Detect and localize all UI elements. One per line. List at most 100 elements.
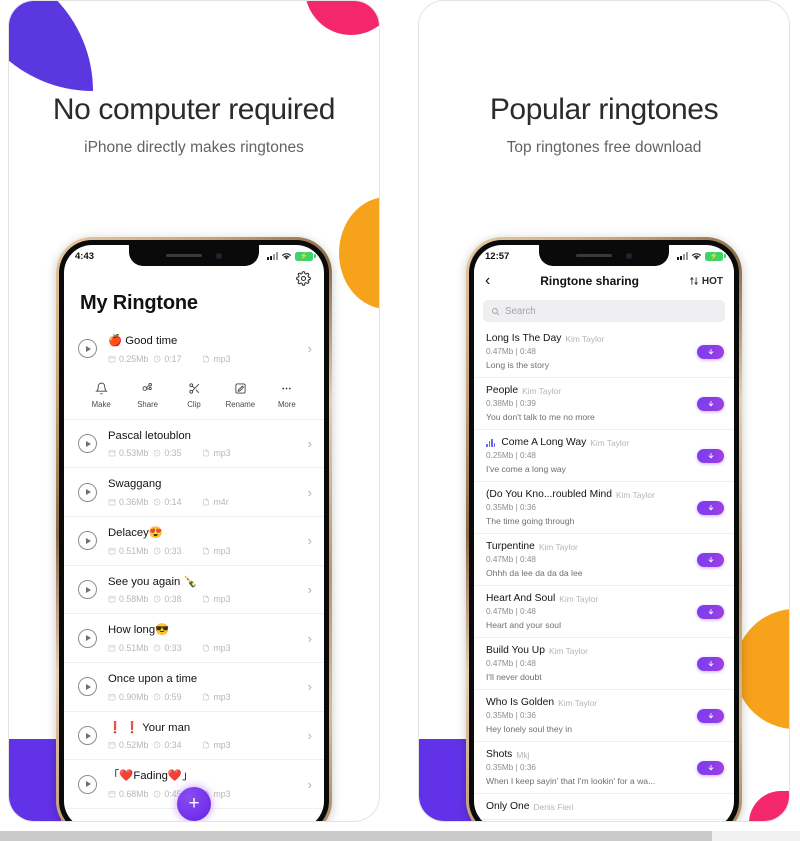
chevron-left-icon[interactable]: ‹	[485, 273, 490, 289]
list-item[interactable]: ❗ ❗ Your man 0.52Mb 0:34 mp3 ›	[64, 712, 324, 761]
file-size: 0.58Mb	[108, 594, 148, 604]
chevron-right-icon[interactable]: ›	[308, 486, 312, 499]
doc-icon	[203, 498, 210, 506]
play-icon[interactable]	[78, 726, 97, 746]
list-item[interactable]: People Kim Taylor 0.38Mb | 0:39 You don'…	[474, 378, 734, 430]
chevron-right-icon[interactable]: ›	[308, 534, 312, 547]
action-share[interactable]: Share	[124, 382, 170, 409]
list-item[interactable]: Pascal letoublon 0.53Mb 0:35 mp3 ›	[64, 420, 324, 469]
download-button[interactable]	[697, 656, 724, 671]
list-item[interactable]: How long😎 0.51Mb 0:33 mp3 ›	[64, 614, 324, 664]
list-item[interactable]: See you again 🍾 0.58Mb 0:38 mp3 ›	[64, 566, 324, 615]
clock-icon	[154, 547, 161, 555]
phone-mockup-left: 4:43 ⚡ My Ringtone 🍎 Good time 0.25Mb 0:…	[56, 237, 332, 821]
play-icon[interactable]	[78, 339, 97, 359]
play-icon[interactable]	[78, 677, 97, 697]
action-clip[interactable]: Clip	[171, 382, 217, 409]
horizontal-scrollbar[interactable]	[0, 831, 800, 841]
list-item[interactable]: Come A Long Way Kim Taylor 0.25Mb | 0:48…	[474, 430, 734, 482]
download-button[interactable]	[697, 448, 724, 463]
list-item[interactable]: 🍎 Good time 0.25Mb 0:17 mp3 ›	[64, 325, 324, 373]
file-size: 0.51Mb	[108, 546, 148, 556]
share-artist: Kim Taylor	[558, 697, 598, 708]
file-size: 0.47Mb	[486, 659, 514, 668]
play-icon[interactable]	[78, 774, 97, 794]
file-size: 0.53Mb	[108, 448, 148, 458]
search-input[interactable]: Search	[483, 300, 725, 322]
doc-icon	[203, 596, 210, 603]
sort-hot-button[interactable]: HOT	[689, 276, 723, 287]
list-item[interactable]: Long Is The Day Kim Taylor 0.47Mb | 0:48…	[474, 326, 734, 378]
action-more[interactable]: More	[264, 382, 310, 409]
download-arrow-icon	[708, 348, 713, 354]
gear-icon[interactable]	[296, 271, 311, 286]
chevron-right-icon[interactable]: ›	[308, 680, 312, 693]
download-button[interactable]	[697, 396, 724, 411]
ringtone-info: Swaggang 0.36Mb 0:14 m4r	[108, 477, 300, 507]
format: mp3	[202, 546, 231, 556]
download-button[interactable]	[697, 552, 724, 567]
share-title-line: Who Is Golden Kim Taylor	[486, 697, 688, 708]
action-label: Rename	[225, 399, 256, 409]
screenshot-card-left: No computer required iPhone directly mak…	[8, 0, 380, 822]
download-button[interactable]	[697, 500, 724, 515]
chevron-right-icon[interactable]: ›	[308, 437, 312, 450]
play-icon[interactable]	[78, 482, 97, 502]
chevron-right-icon[interactable]: ›	[308, 583, 312, 596]
list-item[interactable]: Once upon a time 0.90Mb 0:59 mp3 ›	[64, 663, 324, 712]
play-icon[interactable]	[78, 628, 97, 648]
chevron-right-icon[interactable]: ›	[308, 729, 312, 742]
scissors-icon	[188, 383, 199, 394]
list-item[interactable]: Swaggang 0.36Mb 0:14 m4r ›	[64, 468, 324, 518]
download-button[interactable]	[697, 344, 724, 359]
download-button[interactable]	[697, 604, 724, 619]
list-item[interactable]: Delacey😍 0.51Mb 0:33 mp3 ›	[64, 517, 324, 566]
clock-icon	[154, 596, 161, 603]
share-meta: 0.35Mb | 0:36	[486, 711, 688, 720]
action-make[interactable]: Make	[78, 382, 124, 409]
decorative-blob-pink-top	[305, 1, 379, 35]
list-item[interactable]: Build You Up Kim Taylor 0.47Mb | 0:48 I'…	[474, 638, 734, 690]
share-artist: Mkj	[516, 749, 530, 760]
chevron-right-icon[interactable]: ›	[308, 632, 312, 645]
panel-title: No computer required	[52, 93, 336, 126]
ringtone-info: Once upon a time 0.90Mb 0:59 mp3	[108, 672, 300, 702]
scrollbar-thumb[interactable]	[0, 831, 712, 841]
nav-title: Ringtone sharing	[540, 274, 639, 288]
share-lyric: You don't talk to me no more	[486, 412, 595, 422]
status-bar-right: 12:57 ⚡	[474, 245, 734, 267]
list-item[interactable]: Who Is Golden Kim Taylor 0.35Mb | 0:36 H…	[474, 690, 734, 742]
action-rename[interactable]: Rename	[217, 382, 263, 409]
play-icon[interactable]	[78, 531, 97, 551]
list-item[interactable]: Turpentine Kim Taylor 0.47Mb | 0:48 Ohhh…	[474, 534, 734, 586]
share-meta: 0.35Mb | 0:36	[486, 763, 688, 772]
download-button[interactable]	[697, 708, 724, 723]
download-button[interactable]	[697, 760, 724, 775]
list-item[interactable]: Shots Mkj 0.35Mb | 0:36 When I keep sayi…	[474, 742, 734, 794]
add-ringtone-fab[interactable]: +	[177, 787, 211, 821]
download-arrow-icon	[708, 660, 713, 666]
chevron-right-icon[interactable]: ›	[308, 342, 312, 355]
list-item[interactable]: Heart And Soul Kim Taylor 0.47Mb | 0:48 …	[474, 586, 734, 638]
share-artist: Kim Taylor	[538, 541, 578, 552]
list-item[interactable]: (Do You Kno...roubled Mind Kim Taylor 0.…	[474, 482, 734, 534]
action-label: Make	[91, 399, 111, 409]
file-size: 0.35Mb	[486, 503, 514, 512]
play-icon[interactable]	[78, 434, 97, 453]
ringtone-meta: 0.25Mb 0:17 mp3	[108, 354, 300, 364]
share-lyric: Heart and your soul	[486, 620, 561, 630]
share-title-line: Build You Up Kim Taylor	[486, 645, 688, 656]
list-item[interactable]: Only One Denis Fieri	[474, 794, 734, 820]
doc-icon	[203, 742, 210, 749]
play-icon[interactable]	[78, 580, 97, 600]
nav-bar: ‹ Ringtone sharing HOT	[474, 267, 734, 296]
doc-icon	[203, 450, 210, 457]
share-info: Only One Denis Fieri	[486, 801, 724, 812]
share-meta: 0.47Mb | 0:48	[486, 607, 688, 616]
my-ringtone-list: 🍎 Good time 0.25Mb 0:17 mp3 › Make Share…	[64, 325, 324, 810]
meta-separator: |	[515, 451, 518, 460]
share-info: Shots Mkj 0.35Mb | 0:36 When I keep sayi…	[486, 749, 688, 786]
share-title-line: Heart And Soul Kim Taylor	[486, 593, 688, 604]
share-lyric: When I keep sayin' that I'm lookin' for …	[486, 776, 656, 786]
chevron-right-icon[interactable]: ›	[308, 778, 312, 791]
